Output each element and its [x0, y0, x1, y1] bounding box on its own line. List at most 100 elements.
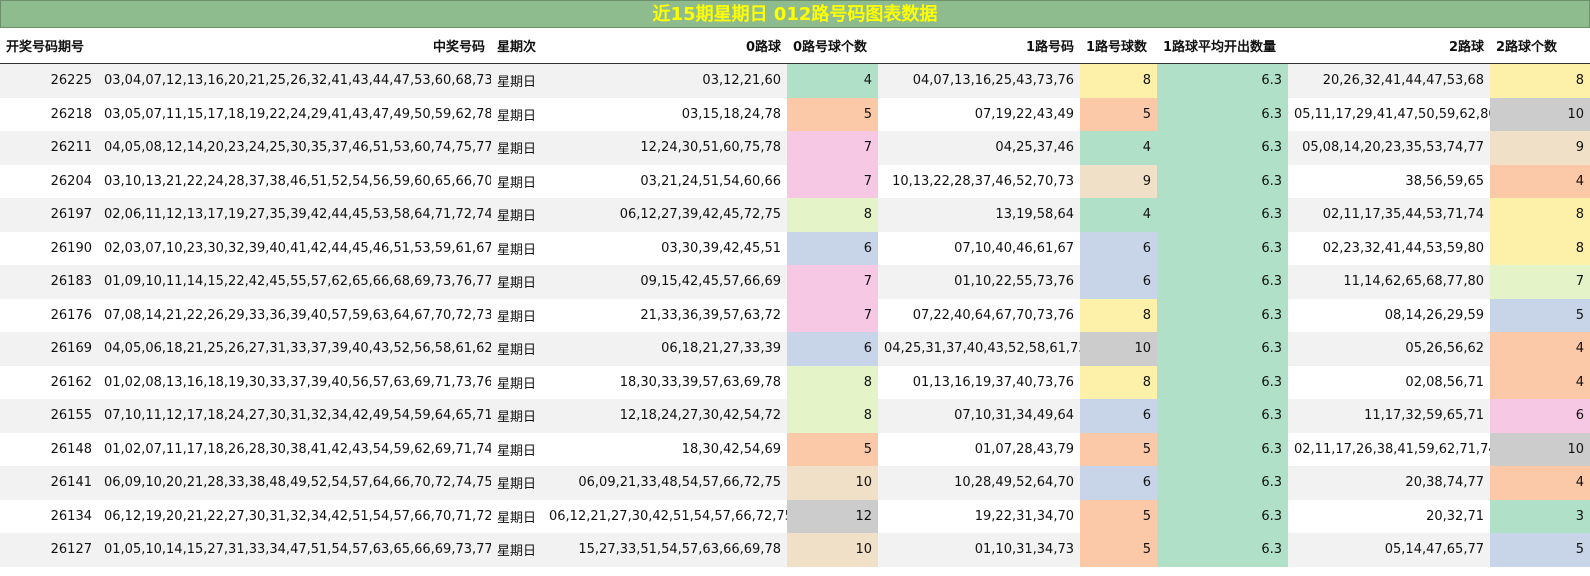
header-road2[interactable]: 2路球	[1288, 28, 1490, 64]
cell-road0-count[interactable]: 8	[787, 399, 878, 433]
cell-road0[interactable]: 18,30,42,54,69	[543, 432, 787, 466]
cell-road0-count[interactable]: 8	[787, 365, 878, 399]
header-road2-count[interactable]: 2路球个数	[1490, 28, 1590, 64]
cell-road2[interactable]: 08,14,26,29,59	[1288, 298, 1490, 332]
cell-road1[interactable]: 04,25,31,37,40,43,52,58,61,73	[878, 332, 1080, 366]
cell-road0-count[interactable]: 7	[787, 265, 878, 299]
cell-road1-count[interactable]: 5	[1080, 499, 1157, 533]
cell-numbers[interactable]: 01,05,10,14,15,27,31,33,34,47,51,54,57,6…	[98, 533, 491, 567]
cell-numbers[interactable]: 07,10,11,12,17,18,24,27,30,31,32,34,42,4…	[98, 399, 491, 433]
cell-issue[interactable]: 26169	[0, 332, 98, 366]
cell-issue[interactable]: 26148	[0, 432, 98, 466]
cell-issue[interactable]: 26204	[0, 164, 98, 198]
cell-road1-avg[interactable]: 6.3	[1157, 198, 1288, 232]
cell-road0[interactable]: 12,18,24,27,30,42,54,72	[543, 399, 787, 433]
cell-road1-avg[interactable]: 6.3	[1157, 499, 1288, 533]
cell-road2[interactable]: 20,32,71	[1288, 499, 1490, 533]
cell-road2[interactable]: 38,56,59,65	[1288, 164, 1490, 198]
cell-road0[interactable]: 03,12,21,60	[543, 63, 787, 98]
cell-road1-count[interactable]: 6	[1080, 466, 1157, 500]
cell-road0[interactable]: 03,21,24,51,54,60,66	[543, 164, 787, 198]
cell-issue[interactable]: 26211	[0, 131, 98, 165]
cell-road1[interactable]: 10,13,22,28,37,46,52,70,73	[878, 164, 1080, 198]
cell-issue[interactable]: 26127	[0, 533, 98, 567]
cell-road1-avg[interactable]: 6.3	[1157, 97, 1288, 131]
header-road0[interactable]: 0路球	[543, 28, 787, 64]
cell-road0-count[interactable]: 5	[787, 432, 878, 466]
cell-issue[interactable]: 26225	[0, 63, 98, 98]
cell-numbers[interactable]: 04,05,08,12,14,20,23,24,25,30,35,37,46,5…	[98, 131, 491, 165]
cell-numbers[interactable]: 03,04,07,12,13,16,20,21,25,26,32,41,43,4…	[98, 63, 491, 98]
cell-numbers[interactable]: 06,09,10,20,21,28,33,38,48,49,52,54,57,6…	[98, 466, 491, 500]
cell-road0[interactable]: 21,33,36,39,57,63,72	[543, 298, 787, 332]
cell-road1[interactable]: 01,10,31,34,73	[878, 533, 1080, 567]
cell-road2[interactable]: 02,11,17,26,38,41,59,62,71,74	[1288, 432, 1490, 466]
cell-road2-count[interactable]: 10	[1490, 432, 1590, 466]
cell-road0[interactable]: 18,30,33,39,57,63,69,78	[543, 365, 787, 399]
cell-issue[interactable]: 26197	[0, 198, 98, 232]
cell-road2[interactable]: 02,11,17,35,44,53,71,74	[1288, 198, 1490, 232]
cell-numbers[interactable]: 01,02,07,11,17,18,26,28,30,38,41,42,43,5…	[98, 432, 491, 466]
cell-road0-count[interactable]: 5	[787, 97, 878, 131]
cell-issue[interactable]: 26183	[0, 265, 98, 299]
cell-road2[interactable]: 20,26,32,41,44,47,53,68	[1288, 63, 1490, 98]
cell-road2-count[interactable]: 4	[1490, 365, 1590, 399]
cell-road1-avg[interactable]: 6.3	[1157, 265, 1288, 299]
cell-road0-count[interactable]: 10	[787, 466, 878, 500]
cell-road0-count[interactable]: 7	[787, 164, 878, 198]
cell-weekday[interactable]: 星期日	[491, 164, 543, 198]
cell-road1-avg[interactable]: 6.3	[1157, 231, 1288, 265]
cell-road2-count[interactable]: 10	[1490, 97, 1590, 131]
cell-road0-count[interactable]: 4	[787, 63, 878, 98]
cell-road0-count[interactable]: 10	[787, 533, 878, 567]
cell-road2-count[interactable]: 7	[1490, 265, 1590, 299]
cell-road1[interactable]: 07,19,22,43,49	[878, 97, 1080, 131]
cell-road1-avg[interactable]: 6.3	[1157, 63, 1288, 98]
cell-road0[interactable]: 09,15,42,45,57,66,69	[543, 265, 787, 299]
header-road1-avg[interactable]: 1路球平均开出数量	[1157, 28, 1288, 64]
header-road1[interactable]: 1路号码	[878, 28, 1080, 64]
cell-road2[interactable]: 05,14,47,65,77	[1288, 533, 1490, 567]
cell-road0-count[interactable]: 7	[787, 298, 878, 332]
header-numbers[interactable]: 中奖号码	[98, 28, 491, 64]
cell-numbers[interactable]: 07,08,14,21,22,26,29,33,36,39,40,57,59,6…	[98, 298, 491, 332]
cell-road0-count[interactable]: 12	[787, 499, 878, 533]
cell-road1-avg[interactable]: 6.3	[1157, 432, 1288, 466]
cell-road1-count[interactable]: 5	[1080, 97, 1157, 131]
cell-road2-count[interactable]: 4	[1490, 466, 1590, 500]
cell-road1[interactable]: 01,10,22,55,73,76	[878, 265, 1080, 299]
cell-weekday[interactable]: 星期日	[491, 265, 543, 299]
cell-road1-avg[interactable]: 6.3	[1157, 298, 1288, 332]
cell-weekday[interactable]: 星期日	[491, 332, 543, 366]
cell-road0-count[interactable]: 8	[787, 198, 878, 232]
header-road0-count[interactable]: 0路号球个数	[787, 28, 878, 64]
cell-road1[interactable]: 13,19,58,64	[878, 198, 1080, 232]
cell-road1-count[interactable]: 6	[1080, 265, 1157, 299]
cell-road2[interactable]: 05,08,14,20,23,35,53,74,77	[1288, 131, 1490, 165]
cell-weekday[interactable]: 星期日	[491, 63, 543, 98]
cell-road1-avg[interactable]: 6.3	[1157, 365, 1288, 399]
cell-road2[interactable]: 05,11,17,29,41,47,50,59,62,80	[1288, 97, 1490, 131]
cell-issue[interactable]: 26155	[0, 399, 98, 433]
cell-road1-count[interactable]: 8	[1080, 63, 1157, 98]
cell-road0-count[interactable]: 6	[787, 231, 878, 265]
cell-numbers[interactable]: 02,03,07,10,23,30,32,39,40,41,42,44,45,4…	[98, 231, 491, 265]
cell-issue[interactable]: 26162	[0, 365, 98, 399]
cell-road1[interactable]: 07,10,40,46,61,67	[878, 231, 1080, 265]
cell-road1-avg[interactable]: 6.3	[1157, 466, 1288, 500]
cell-road2-count[interactable]: 5	[1490, 298, 1590, 332]
cell-issue[interactable]: 26176	[0, 298, 98, 332]
header-weekday[interactable]: 星期次	[491, 28, 543, 64]
cell-issue[interactable]: 26134	[0, 499, 98, 533]
cell-weekday[interactable]: 星期日	[491, 466, 543, 500]
cell-numbers[interactable]: 06,12,19,20,21,22,27,30,31,32,34,42,51,5…	[98, 499, 491, 533]
cell-road2[interactable]: 11,14,62,65,68,77,80	[1288, 265, 1490, 299]
cell-road1-avg[interactable]: 6.3	[1157, 131, 1288, 165]
cell-road0[interactable]: 06,09,21,33,48,54,57,66,72,75	[543, 466, 787, 500]
cell-road0[interactable]: 03,30,39,42,45,51	[543, 231, 787, 265]
cell-road1[interactable]: 10,28,49,52,64,70	[878, 466, 1080, 500]
cell-road1-avg[interactable]: 6.3	[1157, 332, 1288, 366]
cell-numbers[interactable]: 02,06,11,12,13,17,19,27,35,39,42,44,45,5…	[98, 198, 491, 232]
cell-numbers[interactable]: 03,10,13,21,22,24,28,37,38,46,51,52,54,5…	[98, 164, 491, 198]
cell-road0[interactable]: 03,15,18,24,78	[543, 97, 787, 131]
